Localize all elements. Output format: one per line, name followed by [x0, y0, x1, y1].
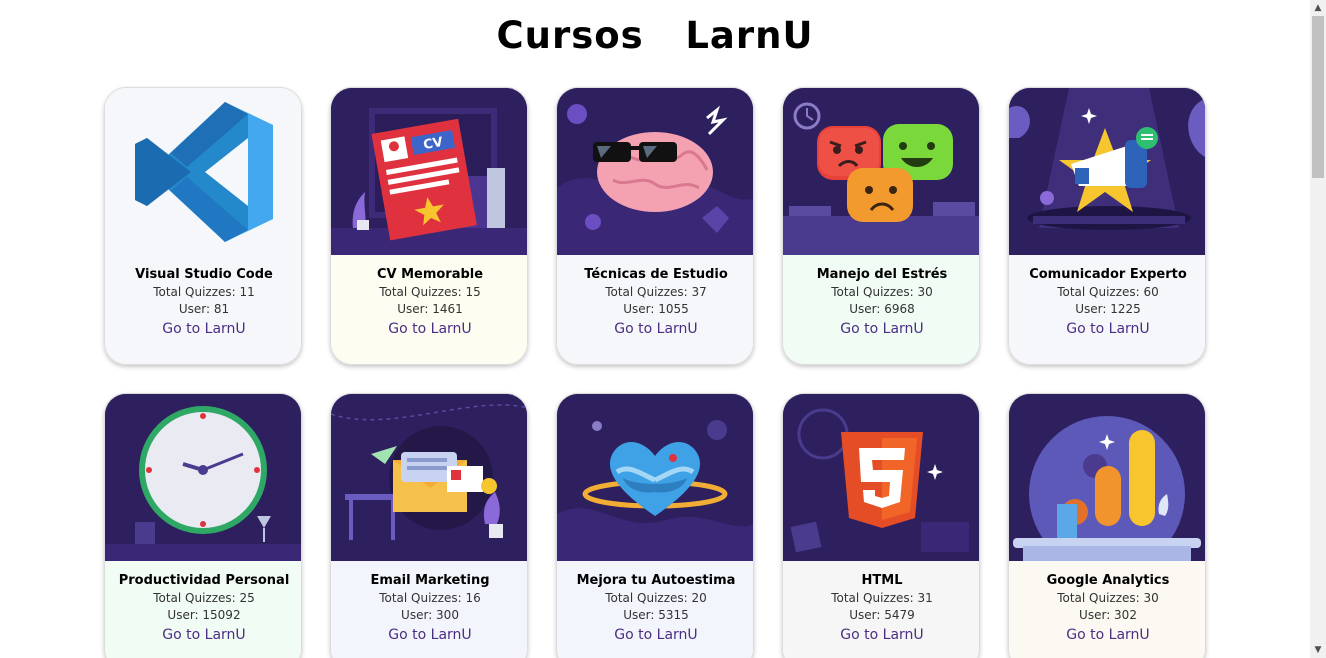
envelope-icon: [331, 394, 527, 561]
go-to-larnu-link[interactable]: Go to LarnU: [162, 320, 245, 339]
course-card-body: Mejora tu Autoestima Total Quizzes: 20 U…: [557, 561, 753, 658]
total-quizzes: Total Quizzes: 11: [153, 285, 255, 299]
go-to-larnu-link[interactable]: Go to LarnU: [388, 320, 471, 339]
user-count: User: 6968: [849, 302, 915, 316]
course-image: [105, 394, 301, 561]
course-image: [557, 394, 753, 561]
page-title: Cursos LarnU: [496, 14, 814, 57]
course-image: CV: [331, 88, 527, 255]
course-card: Comunicador Experto Total Quizzes: 60 Us…: [1008, 87, 1206, 365]
course-card-body: Email Marketing Total Quizzes: 16 User: …: [331, 561, 527, 658]
go-to-larnu-link[interactable]: Go to LarnU: [840, 626, 923, 645]
go-to-larnu-link[interactable]: Go to LarnU: [840, 320, 923, 339]
total-quizzes: Total Quizzes: 25: [153, 591, 255, 605]
course-card-body: Manejo del Estrés Total Quizzes: 30 User…: [783, 255, 979, 364]
course-card-body: HTML Total Quizzes: 31 User: 5479 Go to …: [783, 561, 979, 658]
course-title: CV Memorable: [376, 267, 484, 282]
clock-icon: [105, 394, 301, 561]
scrollbar-thumb[interactable]: [1312, 16, 1324, 178]
user-count: User: 1055: [623, 302, 689, 316]
go-to-larnu-link[interactable]: Go to LarnU: [1066, 320, 1149, 339]
user-count: User: 1225: [1075, 302, 1141, 316]
course-image: [783, 394, 979, 561]
megaphone-star-icon: [1009, 88, 1205, 255]
go-to-larnu-link[interactable]: Go to LarnU: [614, 320, 697, 339]
course-title: Manejo del Estrés: [816, 267, 948, 282]
course-image: [1009, 394, 1205, 561]
course-card-body: Técnicas de Estudio Total Quizzes: 37 Us…: [557, 255, 753, 364]
course-card: CV CV Memorable Total Quizzes: 15 User: …: [330, 87, 528, 365]
course-card: Técnicas de Estudio Total Quizzes: 37 Us…: [556, 87, 754, 365]
course-title: Mejora tu Autoestima: [576, 573, 736, 588]
total-quizzes: Total Quizzes: 31: [831, 591, 933, 605]
user-count: User: 1461: [397, 302, 463, 316]
scroll-up-arrow-icon[interactable]: ▲: [1310, 0, 1326, 16]
vscode-logo-icon: [135, 102, 273, 242]
page: Cursos LarnU Visual Studio Code Total Qu: [0, 0, 1310, 658]
total-quizzes: Total Quizzes: 30: [831, 285, 933, 299]
go-to-larnu-link[interactable]: Go to LarnU: [1066, 626, 1149, 645]
course-card: Productividad Personal Total Quizzes: 25…: [104, 393, 302, 658]
course-title: Google Analytics: [1046, 573, 1170, 588]
emotion-faces-icon: [783, 88, 979, 255]
course-image: [1009, 88, 1205, 255]
course-card-body: Visual Studio Code Total Quizzes: 11 Use…: [105, 255, 301, 364]
course-title: HTML: [861, 573, 903, 588]
total-quizzes: Total Quizzes: 15: [379, 285, 481, 299]
course-image: [331, 394, 527, 561]
vertical-scrollbar[interactable]: ▲ ▼: [1310, 0, 1326, 658]
go-to-larnu-link[interactable]: Go to LarnU: [614, 626, 697, 645]
total-quizzes: Total Quizzes: 16: [379, 591, 481, 605]
course-card-body: Google Analytics Total Quizzes: 30 User:…: [1009, 561, 1205, 658]
user-count: User: 5479: [849, 608, 915, 622]
course-card-body: Comunicador Experto Total Quizzes: 60 Us…: [1009, 255, 1205, 364]
analytics-bars-icon: [1009, 394, 1205, 561]
course-card-body: Productividad Personal Total Quizzes: 25…: [105, 561, 301, 658]
course-card: Email Marketing Total Quizzes: 16 User: …: [330, 393, 528, 658]
course-card: Google Analytics Total Quizzes: 30 User:…: [1008, 393, 1206, 658]
brain-glasses-icon: [557, 88, 753, 255]
course-title: Técnicas de Estudio: [584, 267, 728, 282]
course-card: Mejora tu Autoestima Total Quizzes: 20 U…: [556, 393, 754, 658]
course-title: Comunicador Experto: [1029, 267, 1187, 282]
user-count: User: 15092: [167, 608, 241, 622]
total-quizzes: Total Quizzes: 30: [1057, 591, 1159, 605]
user-count: User: 81: [178, 302, 230, 316]
user-count: User: 302: [1079, 608, 1137, 622]
user-count: User: 300: [401, 608, 459, 622]
cv-document-icon: CV: [331, 88, 527, 255]
course-image: [783, 88, 979, 255]
heart-hug-icon: [557, 394, 753, 561]
go-to-larnu-link[interactable]: Go to LarnU: [388, 626, 471, 645]
course-title: Visual Studio Code: [135, 267, 273, 282]
course-title: Email Marketing: [370, 573, 490, 588]
go-to-larnu-link[interactable]: Go to LarnU: [162, 626, 245, 645]
total-quizzes: Total Quizzes: 37: [605, 285, 707, 299]
course-card: HTML Total Quizzes: 31 User: 5479 Go to …: [782, 393, 980, 658]
course-image: [557, 88, 753, 255]
course-title: Productividad Personal: [118, 573, 290, 588]
course-card: Visual Studio Code Total Quizzes: 11 Use…: [104, 87, 302, 365]
total-quizzes: Total Quizzes: 20: [605, 591, 707, 605]
html5-logo-icon: [783, 394, 979, 561]
scroll-down-arrow-icon[interactable]: ▼: [1310, 642, 1326, 658]
user-count: User: 5315: [623, 608, 689, 622]
total-quizzes: Total Quizzes: 60: [1057, 285, 1159, 299]
course-card: Manejo del Estrés Total Quizzes: 30 User…: [782, 87, 980, 365]
course-card-body: CV Memorable Total Quizzes: 15 User: 146…: [331, 255, 527, 364]
course-image: [105, 88, 301, 255]
